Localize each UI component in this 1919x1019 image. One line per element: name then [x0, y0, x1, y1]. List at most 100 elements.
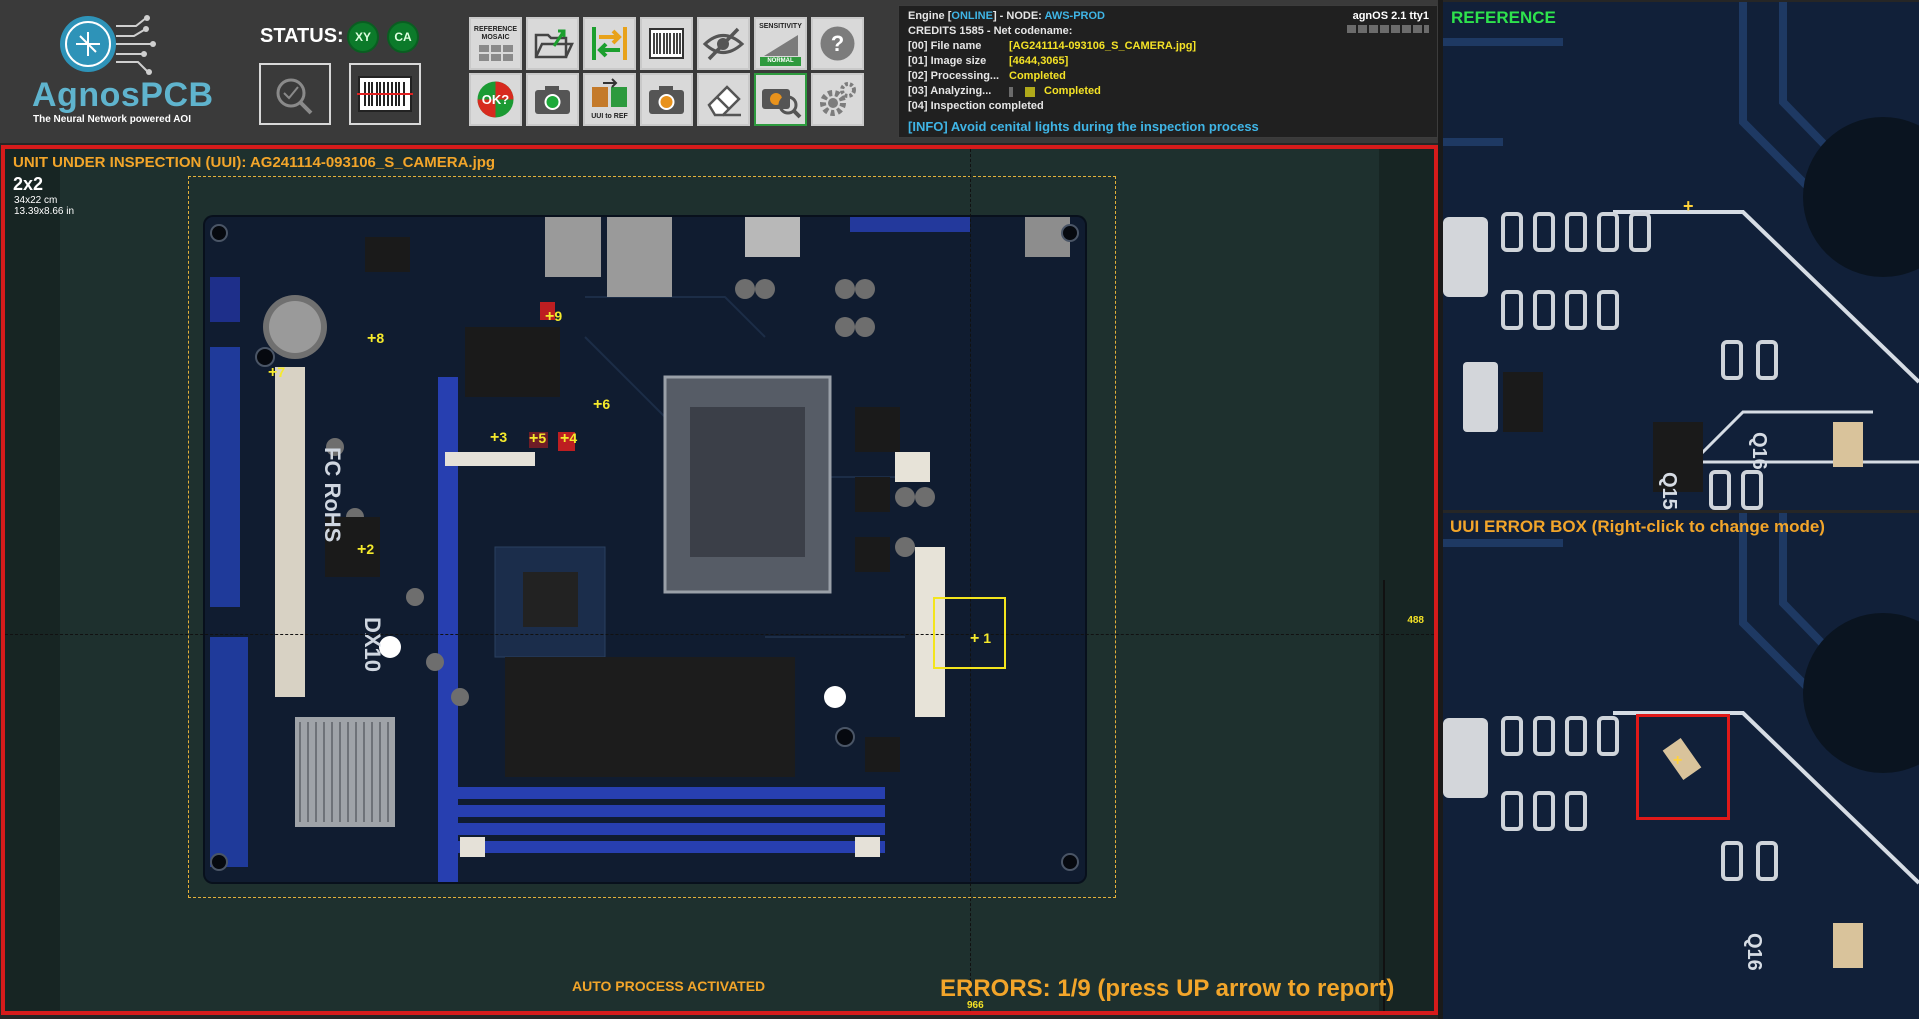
defect-marker-4-label: 4 [569, 430, 578, 446]
crosshair-vertical [970, 149, 971, 1011]
defect-marker-6-label: 6 [602, 396, 611, 412]
app-name: AgnosPCB [32, 76, 214, 114]
ok-check-button[interactable]: OK? [469, 73, 522, 126]
defect-marker-5[interactable]: +5 [529, 430, 547, 447]
eraser-button[interactable] [697, 73, 750, 126]
error-box-title: UUI ERROR BOX (Right-click to change mod… [1450, 517, 1825, 536]
defect-marker-1-label: 1 [983, 630, 992, 646]
info-message: [INFO] Avoid cenital lights during the i… [908, 119, 1259, 134]
defect-marker-7[interactable]: +7 [268, 364, 286, 381]
defect-marker-9-label: 9 [554, 308, 563, 324]
status-xy-indicator: XY [347, 21, 379, 53]
uui-to-ref-caption: UUI to REF [591, 113, 628, 120]
auto-process-status: AUTO PROCESS ACTIVATED [572, 978, 766, 994]
uui-margin-right [1379, 149, 1434, 1011]
app-tagline: The Neural Network powered AOI [33, 114, 191, 125]
folder-open-icon [534, 29, 574, 59]
console-label-size: [01] Image size [908, 55, 987, 67]
logo: AgnosPCB The Neural Network powered AOI [26, 14, 213, 134]
engine-status-line: Engine [ONLINE] - NODE: AWS-PROD [908, 10, 1105, 22]
console-label-complete: [04] Inspection completed [908, 100, 1044, 112]
defect-marker-3[interactable]: +3 [490, 429, 508, 446]
defect-marker-1[interactable]: + 1 [970, 630, 992, 647]
camera-orange-icon [649, 86, 684, 114]
engine-node: AWS-PROD [1044, 10, 1105, 22]
capture-green-button[interactable] [526, 73, 579, 126]
os-version: agnOS 2.1 tty1 [1352, 10, 1429, 22]
uui-to-ref-button[interactable]: UUI to REF [583, 73, 636, 126]
camera-search-button[interactable] [754, 73, 807, 126]
board-size-cm: 34x22 cm [14, 195, 58, 206]
defect-marker-6[interactable]: +6 [593, 396, 611, 413]
uui-margin-left [5, 149, 60, 1011]
barcode-scan-button[interactable] [349, 63, 421, 125]
defect-marker-8-label: 8 [376, 330, 385, 346]
engine-node-label: ] - NODE: [992, 10, 1045, 22]
svg-text:?: ? [831, 31, 844, 56]
defect-marker-9[interactable]: +9 [545, 308, 563, 325]
magnifier-check-icon [276, 78, 313, 115]
camera-search-icon [762, 89, 802, 119]
svg-text:DX10: DX10 [360, 617, 385, 672]
engine-state: ONLINE [951, 10, 993, 22]
barcode-lines-icon [649, 28, 684, 59]
engine-prefix: Engine [ [908, 10, 952, 22]
inspect-scan-button[interactable] [259, 63, 331, 125]
swap-arrows-icon [592, 27, 627, 60]
status-ca-indicator: CA [387, 21, 419, 53]
errors-counter: ERRORS: 1/9 (press UP arrow to report) [940, 975, 1395, 1002]
defect-marker-4[interactable]: +4 [560, 430, 578, 447]
sensitivity-level-badge: NORMAL [760, 57, 801, 66]
console-label-processing: [02] Processing... [908, 70, 1000, 82]
ok-check-icon: OK? [477, 81, 514, 118]
defect-marker-2-label: 2 [366, 541, 375, 557]
uui-view[interactable]: FC RoHS DX10 UNIT UNDER INSPECTION (UUI)… [1, 145, 1438, 1015]
svg-text:Q16: Q16 [1748, 432, 1770, 470]
svg-text:Q15: Q15 [1658, 472, 1680, 510]
os-activity-bar [1347, 25, 1429, 33]
open-file-button[interactable] [526, 17, 579, 70]
defect-marker-8[interactable]: +8 [367, 330, 385, 347]
grid-size: 2x2 [13, 174, 44, 194]
defect-marker-5-label: 5 [538, 430, 547, 446]
top-bar: AgnosPCB The Neural Network powered AOI … [0, 0, 1440, 143]
ok-check-caption: OK? [482, 92, 510, 107]
defect-marker-7-label: 7 [277, 364, 286, 380]
analyzing-block-icon [1025, 87, 1035, 97]
settings-button[interactable] [811, 73, 864, 126]
capture-orange-button[interactable] [640, 73, 693, 126]
uui-title: UNIT UNDER INSPECTION (UUI): AG241114-09… [13, 154, 496, 171]
error-highlight-box [1636, 714, 1730, 820]
pcb-board-image: FC RoHS DX10 [205, 177, 1085, 887]
reference-panel[interactable]: + Q16 Q15 REFERENCE [1443, 2, 1919, 510]
analyzing-progress-icon [1009, 87, 1013, 97]
scroll-indicator [1383, 580, 1385, 1011]
crosshair-horizontal [5, 634, 1434, 635]
swap-button[interactable] [583, 17, 636, 70]
defect-marker-3-label: 3 [499, 429, 508, 445]
error-box-panel[interactable]: Q16 + UUI ERROR BOX (Right-click to chan… [1443, 513, 1919, 1019]
sensitivity-button[interactable]: SENSITIVITY NORMAL [754, 17, 807, 70]
svg-text:Q16: Q16 [1743, 933, 1765, 971]
gear-icon [820, 82, 856, 116]
console-value-file: [AG241114-093106_S_CAMERA.jpg] [1009, 40, 1197, 52]
credits-line: CREDITS 1585 - Net codename: [908, 25, 1073, 37]
console-value-size: [4644,3065] [1009, 55, 1069, 67]
console-label-analyzing: [03] Analyzing... [908, 85, 992, 97]
console-value-analyzing: Completed [1044, 85, 1101, 97]
barcode-icon [357, 76, 413, 112]
board-size-in: 13.39x8.66 in [14, 206, 75, 217]
reference-title: REFERENCE [1451, 8, 1556, 27]
barcode-button[interactable] [640, 17, 693, 70]
eraser-icon [707, 85, 741, 117]
reference-crosshair-icon: + [1683, 196, 1694, 216]
defect-marker-2[interactable]: +2 [357, 541, 375, 558]
svg-text:FC RoHS: FC RoHS [320, 447, 345, 542]
reference-mosaic-button[interactable]: REFERENCE MOSAIC [469, 17, 522, 70]
reference-closeup-image: + Q16 Q15 [1443, 2, 1919, 510]
app-window: AgnosPCB The Neural Network powered AOI … [0, 0, 1919, 1019]
mosaic-grid-icon [479, 45, 513, 61]
hide-button[interactable] [697, 17, 750, 70]
status-console: Engine [ONLINE] - NODE: AWS-PROD agnOS 2… [898, 5, 1438, 138]
help-button[interactable]: ? [811, 17, 864, 70]
